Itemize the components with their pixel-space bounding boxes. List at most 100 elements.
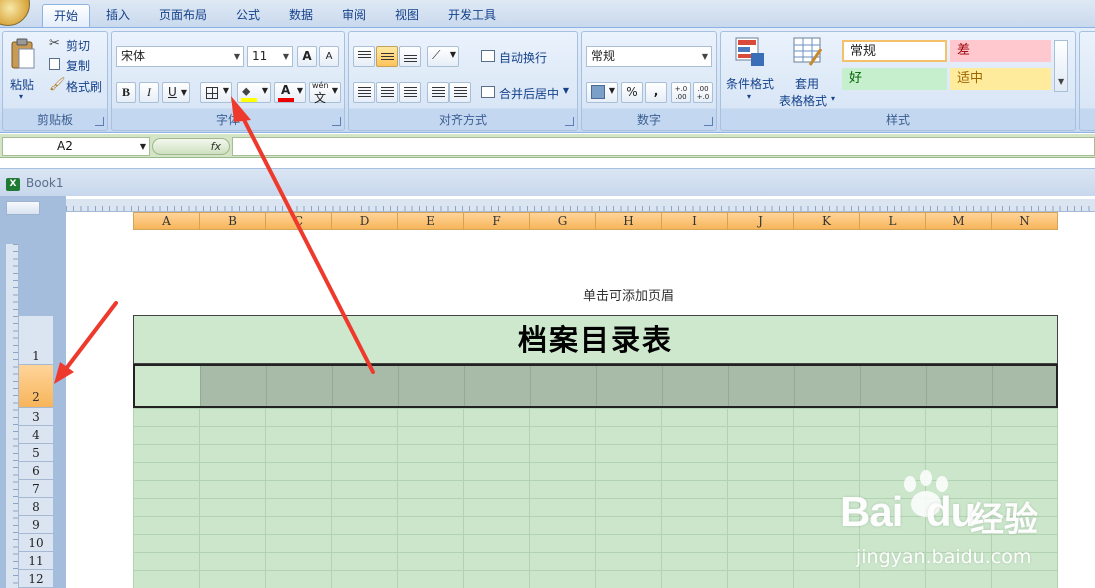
align-top-button[interactable] (353, 46, 375, 67)
column-header-f[interactable]: F (464, 213, 530, 229)
cell-j2[interactable] (729, 366, 795, 406)
column-header-n[interactable]: N (992, 213, 1057, 229)
cell-l2[interactable] (861, 366, 927, 406)
row-header-1[interactable]: 1 (19, 316, 53, 365)
format-painter-button[interactable]: 🖌 格式刷 (47, 77, 107, 95)
styles-scroll[interactable]: ▼ (1054, 40, 1068, 92)
column-header-c[interactable]: C (266, 213, 332, 229)
column-header-i[interactable]: I (662, 213, 728, 229)
cell-b2[interactable] (201, 366, 267, 406)
cell-a2[interactable] (135, 366, 201, 406)
office-button[interactable] (0, 0, 30, 26)
tab-review[interactable]: 审阅 (331, 4, 377, 27)
header-hint[interactable]: 单击可添加页眉 (66, 285, 1095, 304)
name-box[interactable]: A2 ▼ (2, 137, 150, 156)
tab-view[interactable]: 视图 (384, 4, 430, 27)
align-center-button[interactable] (376, 82, 398, 103)
tab-formulas[interactable]: 公式 (225, 4, 271, 27)
align-left-button[interactable] (353, 82, 375, 103)
column-header-a[interactable]: A (134, 213, 200, 229)
clipboard-dialog-launcher[interactable] (95, 117, 104, 126)
tab-page-layout[interactable]: 页面布局 (148, 4, 218, 27)
row-header-2[interactable]: 2 (19, 365, 53, 408)
italic-button[interactable]: I (139, 82, 159, 103)
select-all-corner[interactable] (6, 201, 40, 215)
row-header-7[interactable]: 7 (19, 480, 53, 498)
fill-color-button[interactable]: ⬥ ▼ (237, 82, 271, 103)
column-header-h[interactable]: H (596, 213, 662, 229)
border-button[interactable]: ▼ (200, 82, 232, 103)
font-dialog-launcher[interactable] (332, 117, 341, 126)
tab-data[interactable]: 数据 (278, 4, 324, 27)
underline-button[interactable]: U ▼ (162, 82, 190, 103)
cell-i2[interactable] (663, 366, 729, 406)
row-header-4[interactable]: 4 (19, 426, 53, 444)
column-header-g[interactable]: G (530, 213, 596, 229)
alignment-dialog-launcher[interactable] (565, 117, 574, 126)
cut-button[interactable]: ✂ 剪切 (47, 36, 105, 54)
merge-center-button[interactable]: 合并后居中 ▼ (479, 82, 575, 103)
phonetic-button[interactable]: wén 文 ▼ (309, 81, 341, 105)
font-size-select[interactable]: 11 ▼ (247, 46, 293, 67)
paste-button[interactable]: 粘贴 ▾ (7, 36, 39, 106)
row-header-6[interactable]: 6 (19, 462, 53, 480)
cell-m2[interactable] (927, 366, 993, 406)
align-middle-button[interactable] (376, 46, 398, 67)
align-bottom-button[interactable] (399, 46, 421, 67)
shrink-font-button[interactable]: A (319, 46, 339, 67)
formula-input[interactable] (232, 137, 1095, 156)
row-header-12[interactable]: 12 (19, 570, 53, 588)
column-header-d[interactable]: D (332, 213, 398, 229)
row-header-9[interactable]: 9 (19, 516, 53, 534)
tab-developer[interactable]: 开发工具 (437, 4, 507, 27)
column-header-j[interactable]: J (728, 213, 794, 229)
title-cell[interactable]: 档案目录表 (133, 315, 1058, 364)
row-header-10[interactable]: 10 (19, 534, 53, 552)
decrease-indent-button[interactable] (427, 82, 449, 103)
row-header-5[interactable]: 5 (19, 444, 53, 462)
style-neutral[interactable]: 适中 (950, 68, 1051, 90)
row-header-3[interactable]: 3 (19, 408, 53, 426)
conditional-format-button[interactable]: 条件格式 ▾ (723, 34, 777, 108)
font-name-select[interactable]: 宋体 ▼ (116, 46, 244, 67)
align-right-button[interactable] (399, 82, 421, 103)
orientation-button[interactable]: ⟋ ▼ (427, 46, 459, 67)
cell-f2[interactable] (465, 366, 531, 406)
bold-button[interactable]: B (116, 82, 136, 103)
number-format-select[interactable]: 常规 ▼ (586, 46, 712, 67)
baidu-jingyan-watermark: Bai du 经验 jingyan.baidu.com (838, 468, 1078, 578)
column-header-b[interactable]: B (200, 213, 266, 229)
increase-decimal-button[interactable]: +.0 .00 (671, 82, 691, 103)
wrap-text-button[interactable]: 自动换行 (479, 46, 575, 67)
cell-e2[interactable] (399, 366, 465, 406)
style-good[interactable]: 好 (842, 68, 947, 90)
number-dialog-launcher[interactable] (704, 117, 713, 126)
copy-button[interactable]: 复制 (47, 56, 105, 74)
cell-h2[interactable] (597, 366, 663, 406)
column-header-m[interactable]: M (926, 213, 992, 229)
column-header-k[interactable]: K (794, 213, 860, 229)
cell-c2[interactable] (267, 366, 333, 406)
grow-font-button[interactable]: A (297, 46, 317, 67)
decrease-decimal-button[interactable]: .00 +.0 (693, 82, 713, 103)
cell-d2[interactable] (333, 366, 399, 406)
cell-g2[interactable] (531, 366, 597, 406)
cell-k2[interactable] (795, 366, 861, 406)
row-header-8[interactable]: 8 (19, 498, 53, 516)
style-normal[interactable]: 常规 (842, 40, 947, 62)
format-as-table-button[interactable]: 套用 表格格式 ▾ (779, 34, 839, 108)
insert-function-button[interactable]: fx (152, 138, 230, 155)
accounting-format-button[interactable]: ▼ (586, 82, 618, 103)
style-bad[interactable]: 差 (950, 40, 1051, 62)
cell-n2[interactable] (993, 366, 1056, 406)
column-header-l[interactable]: L (860, 213, 926, 229)
font-color-button[interactable]: A ▼ (274, 82, 306, 103)
tab-insert[interactable]: 插入 (95, 4, 141, 27)
tab-home[interactable]: 开始 (42, 4, 91, 27)
increase-indent-button[interactable] (449, 82, 471, 103)
comma-button[interactable]: , (645, 82, 667, 103)
row-header-11[interactable]: 11 (19, 552, 53, 570)
selected-row-2[interactable] (133, 364, 1058, 408)
percent-button[interactable]: % (621, 82, 643, 103)
column-header-e[interactable]: E (398, 213, 464, 229)
